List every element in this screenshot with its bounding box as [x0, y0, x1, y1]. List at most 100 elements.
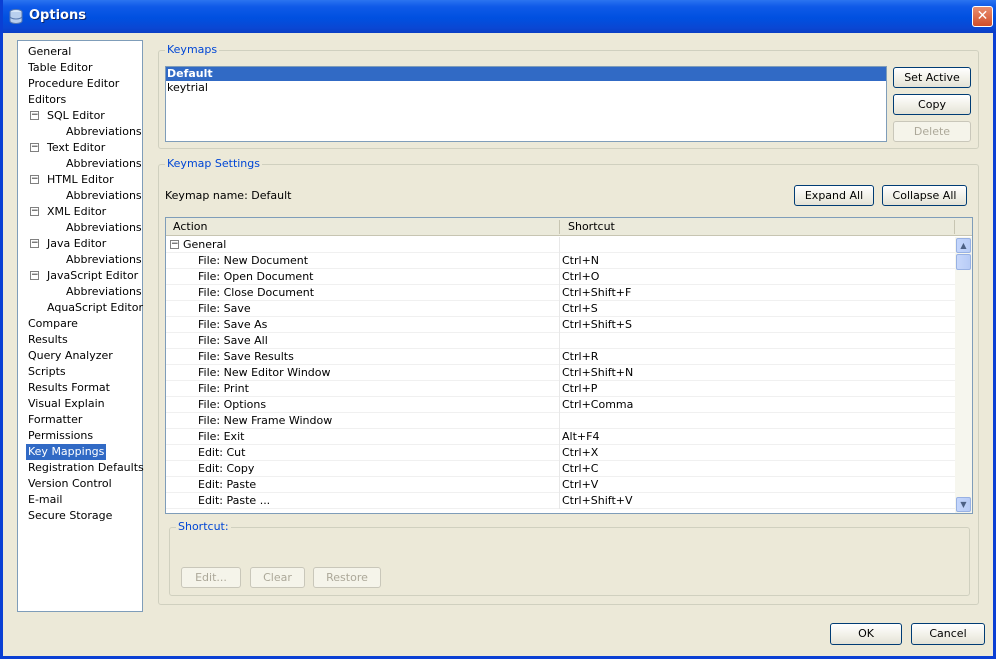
tree-item-abbreviations[interactable]: Abbreviations — [64, 252, 144, 268]
tree-item-e-mail[interactable]: E-mail — [26, 492, 65, 508]
shortcut-cell: Ctrl+X — [562, 446, 599, 459]
tree-item-procedure-editor[interactable]: Procedure Editor — [26, 76, 121, 92]
tree-item-xml-editor[interactable]: XML Editor — [45, 204, 108, 220]
close-button[interactable]: ✕ — [972, 6, 993, 27]
tree-item-formatter[interactable]: Formatter — [26, 412, 84, 428]
ok-button[interactable]: OK — [830, 623, 902, 645]
collapse-icon[interactable]: − — [170, 240, 179, 249]
tree-collapse-icon[interactable]: − — [30, 271, 39, 280]
tree-item-results[interactable]: Results — [26, 332, 70, 348]
table-row[interactable]: File: Exit Alt+F4 — [166, 429, 955, 445]
tree-item-abbreviations[interactable]: Abbreviations — [64, 284, 144, 300]
expand-all-button[interactable]: Expand All — [794, 185, 874, 206]
edit-shortcut-button[interactable]: Edit... — [181, 567, 241, 588]
keymaps-list[interactable]: Default keytrial — [165, 66, 887, 142]
table-group-row-general[interactable]: − General — [166, 237, 955, 253]
tree-item-general[interactable]: General — [26, 44, 73, 60]
keymap-item-keytrial[interactable]: keytrial — [166, 81, 886, 95]
database-icon — [9, 9, 23, 24]
clear-shortcut-button[interactable]: Clear — [250, 567, 305, 588]
tree-item-scripts[interactable]: Scripts — [26, 364, 68, 380]
delete-button[interactable]: Delete — [893, 121, 971, 142]
table-row[interactable]: Edit: Cut Ctrl+X — [166, 445, 955, 461]
table-row[interactable]: File: New Editor Window Ctrl+Shift+N — [166, 365, 955, 381]
tree-item-abbreviations[interactable]: Abbreviations — [64, 188, 144, 204]
column-header-shortcut[interactable]: Shortcut — [561, 218, 615, 236]
table-row[interactable]: File: Open Document Ctrl+O — [166, 269, 955, 285]
copy-button[interactable]: Copy — [893, 94, 971, 115]
tree-item-html-editor[interactable]: HTML Editor — [45, 172, 116, 188]
table-row[interactable]: File: Save All — [166, 333, 955, 349]
table-row[interactable]: File: New Frame Window — [166, 413, 955, 429]
options-tree[interactable]: General Table Editor Procedure Editor Edito… — [17, 40, 146, 612]
vertical-scrollbar[interactable]: ▲ ▼ — [955, 237, 972, 513]
tree-item-abbreviations[interactable]: Abbreviations — [64, 220, 144, 236]
scroll-up-icon[interactable]: ▲ — [956, 238, 971, 253]
set-active-button[interactable]: Set Active — [893, 67, 971, 88]
tree-item-text-editor[interactable]: Text Editor — [45, 140, 107, 156]
title-bar[interactable]: Options ✕ — [3, 0, 996, 33]
tree-item-version-control[interactable]: Version Control — [26, 476, 114, 492]
tree-item-visual-explain[interactable]: Visual Explain — [26, 396, 107, 412]
tree-item-abbreviations[interactable]: Abbreviations — [64, 124, 144, 140]
tree-collapse-icon[interactable]: − — [30, 175, 39, 184]
tree-item-abbreviations[interactable]: Abbreviations — [64, 156, 144, 172]
tree-collapse-icon[interactable]: − — [30, 111, 39, 120]
tree-collapse-icon[interactable]: − — [30, 207, 39, 216]
shortcut-cell: Ctrl+O — [562, 270, 600, 283]
action-cell: File: New Editor Window — [198, 366, 331, 379]
action-cell: File: Save — [198, 302, 251, 315]
table-row[interactable]: File: Options Ctrl+Comma — [166, 397, 955, 413]
tree-collapse-icon[interactable]: − — [30, 143, 39, 152]
shortcut-cell: Ctrl+N — [562, 254, 600, 267]
table-row[interactable]: Edit: Paste ... Ctrl+Shift+V — [166, 493, 955, 509]
scroll-down-icon[interactable]: ▼ — [956, 497, 971, 512]
action-cell: Edit: Copy — [198, 462, 255, 475]
action-cell: File: Exit — [198, 430, 245, 443]
tree-item-sql-editor[interactable]: SQL Editor — [45, 108, 107, 124]
tree-item-results-format[interactable]: Results Format — [26, 380, 112, 396]
column-header-action[interactable]: Action — [166, 218, 207, 236]
shortcut-cell: Ctrl+V — [562, 478, 599, 491]
tree-item-permissions[interactable]: Permissions — [26, 428, 95, 444]
tree-item-javascript-editor[interactable]: JavaScript Editor — [45, 268, 140, 284]
tree-item-java-editor[interactable]: Java Editor — [45, 236, 108, 252]
options-dialog: Options ✕ General Table Editor Procedure E… — [0, 0, 996, 659]
table-row[interactable]: File: Save As Ctrl+Shift+S — [166, 317, 955, 333]
cancel-button[interactable]: Cancel — [911, 623, 985, 645]
shortcut-cell: Ctrl+Shift+F — [562, 286, 632, 299]
table-body: − General File: New Document Ctrl+N File: … — [166, 237, 955, 509]
tree-item-registration-defaults[interactable]: Registration Defaults — [26, 460, 146, 476]
tree-item-key-mappings[interactable]: Key Mappings — [26, 444, 107, 460]
scrollbar-thumb[interactable] — [956, 254, 971, 270]
table-row[interactable]: File: New Document Ctrl+N — [166, 253, 955, 269]
tree-item-editors[interactable]: Editors — [26, 92, 68, 108]
tree-item-secure-storage[interactable]: Secure Storage — [26, 508, 114, 524]
table-row[interactable]: File: Close Document Ctrl+Shift+F — [166, 285, 955, 301]
tree-item-table-editor[interactable]: Table Editor — [26, 60, 95, 76]
keymap-table[interactable]: Action Shortcut − General File: New Docu… — [165, 217, 973, 514]
tree-item-compare[interactable]: Compare — [26, 316, 80, 332]
collapse-all-button[interactable]: Collapse All — [882, 185, 967, 206]
action-cell: File: Save All — [198, 334, 268, 347]
close-icon: ✕ — [976, 8, 989, 24]
window-title: Options — [29, 8, 86, 23]
action-cell: File: New Document — [198, 254, 309, 267]
keymap-item-default[interactable]: Default — [166, 67, 886, 81]
tree-item-query-analyzer[interactable]: Query Analyzer — [26, 348, 115, 364]
action-cell: File: Save Results — [198, 350, 294, 363]
table-row[interactable]: File: Print Ctrl+P — [166, 381, 955, 397]
table-row[interactable]: Edit: Paste Ctrl+V — [166, 477, 955, 493]
table-row[interactable]: File: Save Ctrl+S — [166, 301, 955, 317]
shortcut-cell: Ctrl+R — [562, 350, 599, 363]
tree-item-aquascript-editor[interactable]: AquaScript Editor — [45, 300, 145, 316]
action-cell: File: Close Document — [198, 286, 315, 299]
table-header: Action Shortcut — [166, 218, 972, 236]
table-row[interactable]: File: Save Results Ctrl+R — [166, 349, 955, 365]
action-cell: Edit: Cut — [198, 446, 246, 459]
table-row[interactable]: Edit: Copy Ctrl+C — [166, 461, 955, 477]
action-cell: File: Save As — [198, 318, 268, 331]
keymap-name-label: Keymap name: Default — [165, 189, 292, 202]
tree-collapse-icon[interactable]: − — [30, 239, 39, 248]
restore-shortcut-button[interactable]: Restore — [313, 567, 381, 588]
